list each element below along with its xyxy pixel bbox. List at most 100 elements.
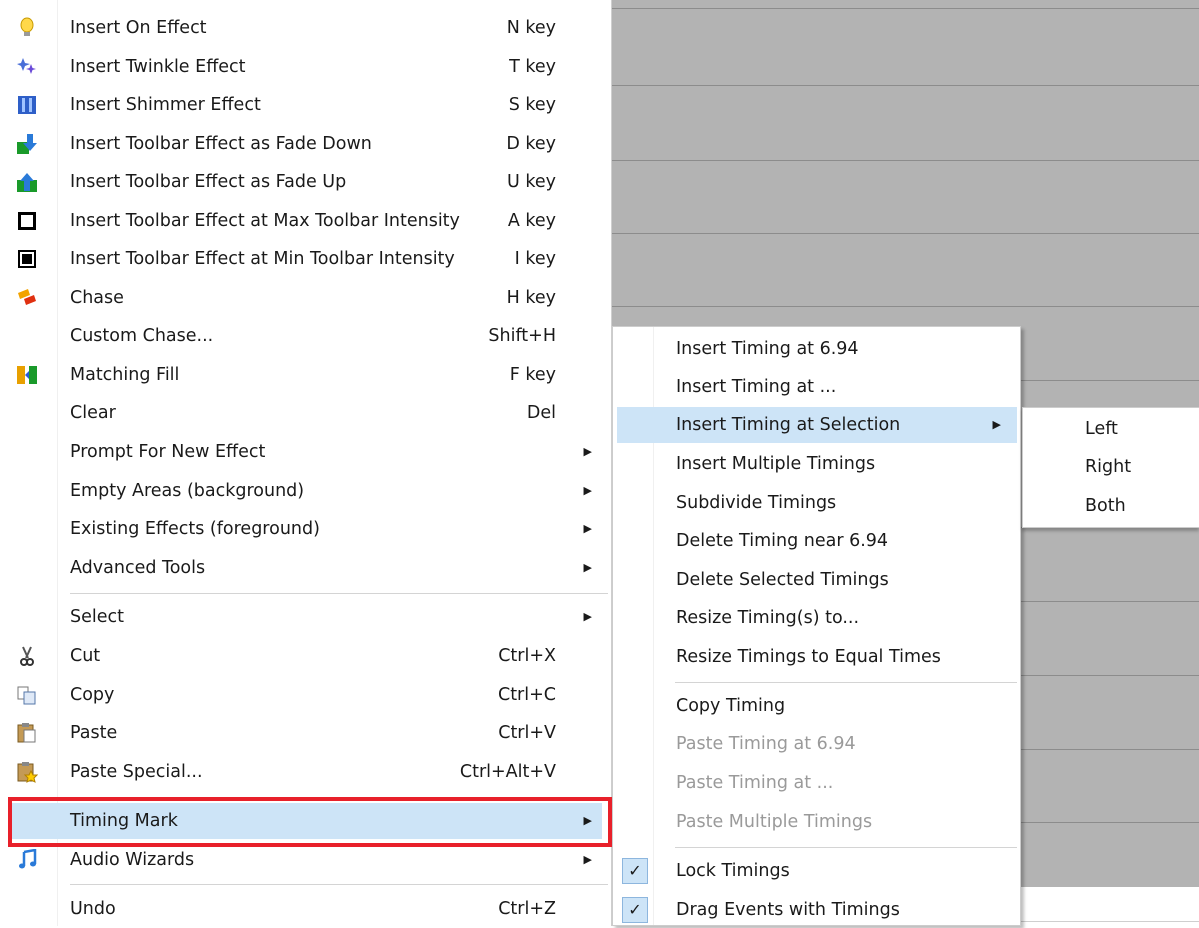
- menu-item-resize-timings-equal[interactable]: Resize Timings to Equal Times: [617, 639, 1017, 675]
- menu-item-insert-multiple-timings[interactable]: Insert Multiple Timings: [617, 446, 1017, 482]
- paste-icon: [17, 723, 36, 743]
- menu-item-label: Select: [70, 607, 124, 627]
- menu-item-label: Prompt For New Effect: [70, 442, 266, 462]
- menu-item-right[interactable]: Right: [1027, 449, 1199, 485]
- menu-item-label: Insert Twinkle Effect: [70, 57, 246, 77]
- menu-item-label: Subdivide Timings: [676, 493, 837, 513]
- menu-item-label: Left: [1085, 419, 1118, 439]
- menu-item-label: Insert Toolbar Effect at Min Toolbar Int…: [70, 249, 455, 269]
- menu-item-delete-timing-near[interactable]: Delete Timing near 6.94: [617, 523, 1017, 559]
- menu-item-label: Delete Selected Timings: [676, 570, 889, 590]
- menu-item-copy[interactable]: Copy Ctrl+C: [8, 677, 602, 713]
- menu-item-audio-wizards[interactable]: Audio Wizards ▶: [8, 842, 602, 878]
- menu-item-paste-timing-at: Paste Timing at ...: [617, 765, 1017, 801]
- timing-selection-submenu: Left Right Both: [1022, 407, 1199, 528]
- menu-item-label: Undo: [70, 899, 116, 919]
- fade-down-icon: [17, 134, 37, 154]
- submenu-arrow-icon: ▶: [992, 418, 1001, 431]
- submenu-arrow-icon: ▶: [583, 445, 592, 458]
- menu-separator: [675, 847, 1017, 848]
- menu-item-label: Clear: [70, 403, 116, 423]
- menu-item-resize-timings-to[interactable]: Resize Timing(s) to...: [617, 600, 1017, 636]
- shimmer-icon: [18, 96, 36, 114]
- shortcut-text: N key: [506, 18, 556, 38]
- menu-item-cut[interactable]: Cut Ctrl+X: [8, 638, 602, 674]
- menu-item-chase[interactable]: Chase H key: [8, 280, 602, 316]
- shortcut-text: Ctrl+Alt+V: [459, 762, 556, 782]
- matching-fill-icon: [17, 366, 37, 384]
- shortcut-text: I key: [514, 249, 556, 269]
- menu-item-label: Existing Effects (foreground): [70, 519, 320, 539]
- menu-item-prompt-new-effect[interactable]: Prompt For New Effect ▶: [8, 434, 602, 470]
- menu-item-label: Copy Timing: [676, 696, 786, 716]
- bulb-icon: [20, 17, 34, 36]
- submenu-arrow-icon: ▶: [583, 853, 592, 866]
- menu-item-insert-max-intensity[interactable]: Insert Toolbar Effect at Max Toolbar Int…: [8, 203, 602, 239]
- menu-item-label: Paste Timing at ...: [676, 773, 834, 793]
- menu-item-paste[interactable]: Paste Ctrl+V: [8, 715, 602, 751]
- shortcut-text: Shift+H: [488, 326, 556, 346]
- menu-item-custom-chase[interactable]: Custom Chase... Shift+H: [8, 318, 602, 354]
- menu-item-label: Copy: [70, 685, 115, 705]
- menu-item-paste-multiple-timings: Paste Multiple Timings: [617, 804, 1017, 840]
- submenu-arrow-icon: ▶: [583, 561, 592, 574]
- menu-item-insert-on-effect[interactable]: Insert On Effect N key: [8, 10, 602, 46]
- menu-item-copy-timing[interactable]: Copy Timing: [617, 688, 1017, 724]
- menu-item-label: Resize Timings to Equal Times: [676, 647, 941, 667]
- menu-separator: [675, 682, 1017, 683]
- menu-item-label: Both: [1085, 496, 1126, 516]
- menu-item-both[interactable]: Both: [1027, 488, 1199, 524]
- menu-item-label: Insert Shimmer Effect: [70, 95, 261, 115]
- menu-item-insert-shimmer-effect[interactable]: Insert Shimmer Effect S key: [8, 87, 602, 123]
- menu-item-empty-areas[interactable]: Empty Areas (background) ▶: [8, 473, 602, 509]
- menu-item-insert-timing-at[interactable]: Insert Timing at ...: [617, 369, 1017, 405]
- menu-item-insert-timing-at-current[interactable]: Insert Timing at 6.94: [617, 331, 1017, 367]
- shortcut-text: H key: [506, 288, 556, 308]
- menu-item-label: Resize Timing(s) to...: [676, 608, 860, 628]
- shortcut-text: S key: [508, 95, 556, 115]
- shortcut-text: Ctrl+V: [498, 723, 556, 743]
- shortcut-text: A key: [507, 211, 556, 231]
- context-menu: Insert On Effect N key Insert Twinkle Ef…: [0, 0, 612, 926]
- menu-item-insert-min-intensity[interactable]: Insert Toolbar Effect at Min Toolbar Int…: [8, 241, 602, 277]
- menu-item-label: Matching Fill: [70, 365, 180, 385]
- menu-item-label: Insert Toolbar Effect as Fade Up: [70, 172, 347, 192]
- menu-item-paste-special[interactable]: Paste Special... Ctrl+Alt+V: [8, 754, 602, 790]
- chase-icon: [18, 289, 36, 305]
- shortcut-text: D key: [506, 134, 556, 154]
- menu-item-paste-timing-at-current: Paste Timing at 6.94: [617, 726, 1017, 762]
- annotation-highlight-box: [8, 797, 612, 847]
- menu-item-left[interactable]: Left: [1027, 411, 1199, 447]
- menu-item-delete-selected-timings[interactable]: Delete Selected Timings: [617, 562, 1017, 598]
- menu-item-insert-fade-up[interactable]: Insert Toolbar Effect as Fade Up U key: [8, 164, 602, 200]
- max-intensity-icon: [18, 212, 36, 230]
- menu-item-label: Paste: [70, 723, 118, 743]
- menu-item-insert-fade-down[interactable]: Insert Toolbar Effect as Fade Down D key: [8, 126, 602, 162]
- menu-item-label: Insert Timing at 6.94: [676, 339, 859, 359]
- fade-up-icon: [17, 173, 37, 192]
- menu-item-existing-effects[interactable]: Existing Effects (foreground) ▶: [8, 511, 602, 547]
- shortcut-text: Ctrl+C: [497, 685, 556, 705]
- menu-item-matching-fill[interactable]: Matching Fill F key: [8, 357, 602, 393]
- menu-item-undo[interactable]: Undo Ctrl+Z: [8, 891, 602, 927]
- menu-item-label: Insert On Effect: [70, 18, 207, 38]
- menu-separator: [70, 884, 608, 885]
- menu-item-label: Paste Multiple Timings: [676, 812, 873, 832]
- menu-item-label: Paste Special...: [70, 762, 203, 782]
- menu-item-advanced-tools[interactable]: Advanced Tools ▶: [8, 550, 602, 586]
- menu-item-insert-twinkle-effect[interactable]: Insert Twinkle Effect T key: [8, 49, 602, 85]
- menu-item-drag-events-with-timings[interactable]: ✓ Drag Events with Timings: [617, 892, 1017, 928]
- menu-item-label: Right: [1085, 457, 1132, 477]
- menu-item-insert-timing-at-selection[interactable]: Insert Timing at Selection ▶: [617, 407, 1017, 443]
- menu-item-label: Chase: [70, 288, 124, 308]
- menu-item-label: Lock Timings: [676, 861, 790, 881]
- menu-item-clear[interactable]: Clear Del: [8, 395, 602, 431]
- min-intensity-icon: [18, 250, 36, 268]
- submenu-arrow-icon: ▶: [583, 610, 592, 623]
- menu-item-subdivide-timings[interactable]: Subdivide Timings: [617, 485, 1017, 521]
- menu-item-label: Paste Timing at 6.94: [676, 734, 856, 754]
- menu-item-label: Delete Timing near 6.94: [676, 531, 889, 551]
- menu-item-lock-timings[interactable]: ✓ Lock Timings: [617, 853, 1017, 889]
- shortcut-text: T key: [509, 57, 556, 77]
- menu-item-select[interactable]: Select ▶: [8, 599, 602, 635]
